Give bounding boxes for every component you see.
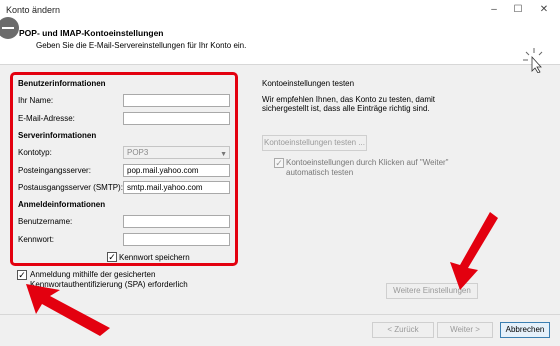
dropdown-arrow-icon: ▼ [220,151,227,158]
test-section-title: Kontoeinstellungen testen [262,79,355,88]
back-button[interactable]: < Zurück [372,322,434,338]
remember-password-label: Kennwort speichern [119,253,190,262]
window-title: Konto ändern [6,5,61,15]
test-account-button[interactable]: Kontoeinstellungen testen ... [262,135,367,151]
email-input[interactable] [123,112,230,125]
server-section-heading: Serverinformationen [18,131,97,140]
title-bar: Konto ändern – ☐ ✕ [0,0,560,21]
header-title: POP- und IMAP-Kontoeinstellungen [19,28,164,38]
password-label: Kennwort: [18,235,55,244]
incoming-server-input[interactable]: pop.mail.yahoo.com [123,164,230,177]
close-icon[interactable]: ✕ [534,3,554,16]
auto-test-checkbox[interactable]: ✓ [274,158,284,168]
test-description-line1: Wir empfehlen Ihnen, das Konto zu testen… [262,95,435,104]
annotation-arrow-left [26,284,110,336]
account-type-value: POP3 [127,148,149,157]
user-section-heading: Benutzerinformationen [18,79,106,88]
annotation-arrow-right [450,212,498,290]
name-input[interactable] [123,94,230,107]
auto-test-label-line2: automatisch testen [286,168,354,177]
next-button[interactable]: Weiter > [437,322,493,338]
cancel-button[interactable]: Abbrechen [500,322,550,338]
minus-circle-icon [0,17,19,39]
maximize-icon[interactable]: ☐ [508,3,528,16]
header-subtitle: Geben Sie die E-Mail-Servereinstellungen… [36,41,247,50]
username-input[interactable] [123,215,230,228]
account-type-select[interactable]: POP3 ▼ [123,146,230,159]
password-input[interactable] [123,233,230,246]
name-label: Ihr Name: [18,96,54,105]
remember-password-checkbox[interactable]: ✓ [107,252,117,262]
incoming-server-label: Posteingangsserver: [18,166,91,175]
outgoing-server-input[interactable]: smtp.mail.yahoo.com [123,181,230,194]
test-description-line2: sichergestellt ist, dass alle Einträge r… [262,104,430,113]
auto-test-label-line1: Kontoeinstellungen durch Klicken auf "We… [286,158,449,167]
checkmark-icon: ✓ [108,252,116,262]
cursor-click-icon [523,48,543,73]
account-type-label: Kontotyp: [18,148,52,157]
outgoing-server-label: Postausgangsserver (SMTP): [18,183,123,192]
email-label: E-Mail-Adresse: [18,114,75,123]
login-section-heading: Anmeldeinformationen [18,200,106,209]
checkmark-icon: ✓ [275,158,283,168]
minimize-icon[interactable]: – [484,3,504,16]
dialog-header: POP- und IMAP-Kontoeinstellungen Geben S… [0,17,560,73]
username-label: Benutzername: [18,217,73,226]
